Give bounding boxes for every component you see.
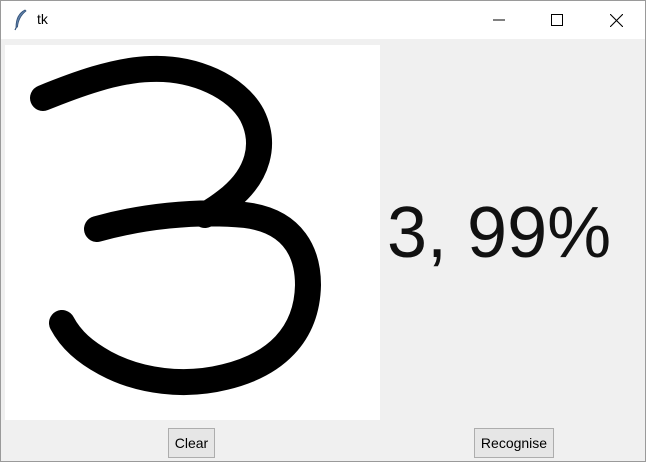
drawing-canvas[interactable] <box>5 45 380 420</box>
tk-feather-icon <box>13 9 29 31</box>
close-icon <box>609 13 623 27</box>
maximize-icon <box>551 14 563 26</box>
close-button[interactable] <box>593 1 639 39</box>
clear-button[interactable]: Clear <box>168 428 215 458</box>
prediction-result: 3, 99% <box>387 193 612 273</box>
recognise-button[interactable]: Recognise <box>474 428 554 458</box>
handwritten-digit-stroke <box>30 55 321 396</box>
minimize-button[interactable] <box>476 1 522 39</box>
maximize-button[interactable] <box>534 1 580 39</box>
minimize-icon <box>493 14 505 26</box>
app-window: tk 3, 99% Clear Recognise <box>0 0 646 462</box>
title-bar[interactable]: tk <box>1 1 645 39</box>
window-title: tk <box>37 11 48 27</box>
